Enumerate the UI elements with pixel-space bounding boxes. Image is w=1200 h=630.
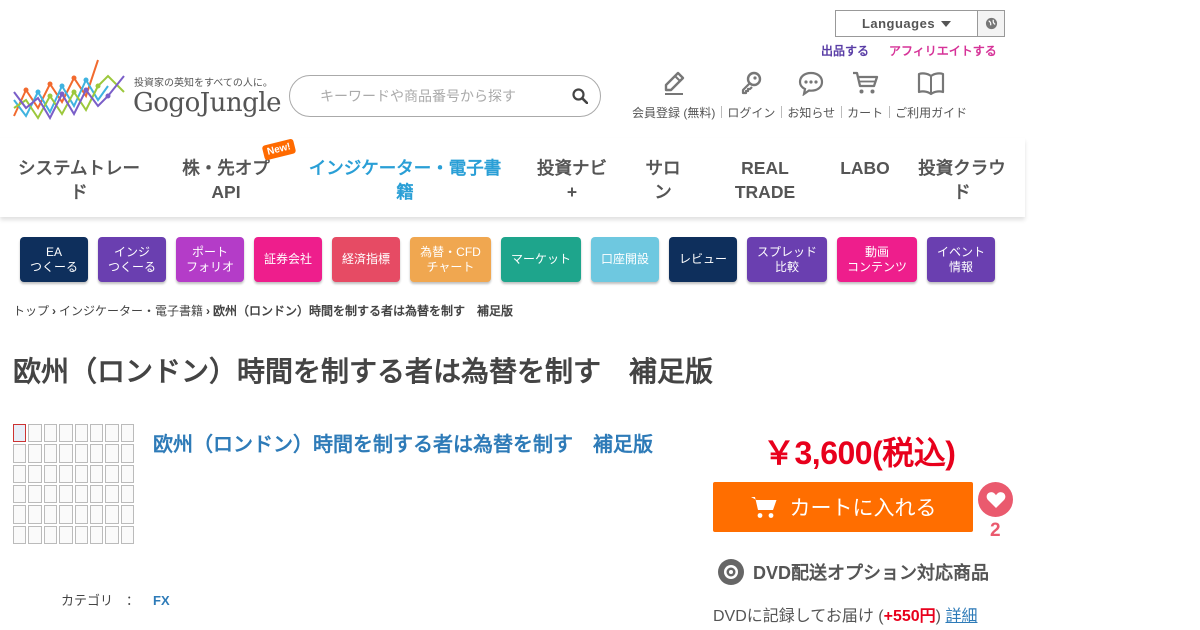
globe-icon[interactable] [978, 11, 1004, 36]
nav-label-line2: 籍 [396, 182, 414, 202]
notifications-link[interactable]: お知らせ [781, 70, 841, 121]
search-input[interactable] [320, 88, 560, 104]
cat-account-open[interactable]: 口座開設 [591, 237, 659, 282]
cat-event-info[interactable]: イベント 情報 [927, 237, 995, 282]
add-to-cart-label: カートに入れる [789, 497, 937, 520]
chevron-right-icon: › [206, 304, 211, 318]
nav-label-line1: サロ [645, 158, 681, 178]
cat-economic-indicators[interactable]: 経済指標 [332, 237, 400, 282]
breadcrumb-category[interactable]: インジケーター・電子書籍 [59, 304, 203, 318]
languages-label: Languages [861, 16, 936, 31]
nav-label-line2: ド [953, 182, 971, 202]
dvd-title: DVD配送オプション対応商品 [753, 563, 990, 583]
cat-market[interactable]: マーケット [501, 237, 581, 282]
nav-label-line1: 投資クラウ [918, 158, 1006, 178]
category-row: カテゴリ ： FX [61, 590, 170, 609]
dvd-option: DVD配送オプション対応商品 [717, 558, 989, 586]
nav-label-line1: REAL [741, 158, 789, 178]
nav-label-line1: 投資ナビ [537, 158, 607, 178]
cart-link[interactable]: カート [841, 70, 889, 121]
affiliate-link[interactable]: アフィリエイトする [889, 42, 997, 59]
nav-labo[interactable]: LABO [835, 156, 895, 180]
dvd-detail-link[interactable]: 詳細 [945, 608, 977, 625]
nav-label-line2: ド [70, 182, 88, 202]
chat-bubble-icon [799, 71, 824, 96]
cat-securities[interactable]: 証券会社 [254, 237, 322, 282]
nav-invest-cloud[interactable]: 投資クラウド [912, 156, 1012, 204]
favorite-count: 2 [990, 520, 1001, 541]
cart-icon [853, 71, 879, 94]
notifications-label: お知らせ [787, 106, 836, 120]
nav-system-trade[interactable]: システムトレード [14, 156, 144, 204]
top-links: 出品する アフィリエイトする [821, 42, 997, 59]
cat-spread-compare[interactable]: スプレッド 比較 [747, 237, 827, 282]
cat-fx-cfd-chart[interactable]: 為替・CFD チャート [410, 237, 491, 282]
book-icon [918, 72, 945, 96]
heart-icon [986, 491, 1005, 508]
search-icon[interactable] [572, 88, 588, 104]
breadcrumb-current: 欧州（ロンドン）時間を制する者は為替を制す 補足版 [213, 304, 514, 318]
nav-label-line1: インジケーター・電子書 [308, 158, 502, 178]
logo-wordmark[interactable]: GogoJungle [133, 88, 281, 118]
cat-indi-tsukuru[interactable]: インジ つくーる [98, 237, 166, 282]
category-link[interactable]: FX [153, 593, 170, 608]
nav-label-line2: + [566, 182, 578, 202]
cart-label: カート [847, 106, 884, 120]
nav-label-line2: TRADE [734, 182, 796, 202]
cart-icon [750, 497, 776, 518]
key-icon [742, 71, 762, 95]
breadcrumb: トップ › インジケーター・電子書籍 › 欧州（ロンドン）時間を制する者は為替を制す 補… [13, 302, 513, 319]
language-selector[interactable]: Languages [835, 10, 1005, 37]
cat-review[interactable]: レビュー [669, 237, 737, 282]
languages-dropdown[interactable]: Languages [836, 11, 978, 36]
login-label: ログイン [727, 106, 776, 120]
cat-video-contents[interactable]: 動画 コンテンツ [837, 237, 917, 282]
dvd-desc-price: +550円 [883, 608, 936, 625]
guide-label: ご利用ガイド [895, 106, 968, 120]
dvd-desc-prefix: DVDに記録してお届け ( [713, 608, 884, 625]
nav-label-line2: API [211, 182, 241, 202]
product-price: ￥3,600(税込) [763, 435, 956, 471]
product-thumbnail[interactable] [13, 424, 134, 544]
favorite-button[interactable] [978, 482, 1013, 517]
dvd-desc-suffix: ) [935, 608, 946, 625]
register-label: 会員登録 (無料) [632, 106, 716, 120]
category-label: カテゴリ ： [61, 593, 140, 608]
page-title: 欧州（ロンドン）時間を制する者は為替を制す 補足版 [13, 356, 714, 387]
caret-down-icon [941, 20, 952, 27]
chevron-right-icon: › [52, 304, 57, 318]
user-nav: 会員登録 (無料) ログイン お知らせ カート ご利用ガイド [626, 70, 973, 121]
product-name: 欧州（ロンドン）時間を制する者は為替を制す 補足版 [153, 434, 653, 456]
nav-label-line1: LABO [840, 158, 890, 178]
nav-real-trade[interactable]: REAL TRADE [720, 156, 810, 204]
guide-link[interactable]: ご利用ガイド [889, 70, 973, 121]
nav-indicator-ebook[interactable]: インジケーター・電子書籍 [305, 156, 505, 204]
nav-label-line1: システムトレー [18, 158, 140, 178]
add-to-cart-button[interactable]: カートに入れる [713, 482, 973, 532]
breadcrumb-top[interactable]: トップ [13, 304, 49, 318]
nav-salon[interactable]: サロン [638, 156, 688, 204]
nav-label-line2: ン [654, 182, 672, 202]
main-nav: システムトレード 株・先オプ API インジケーター・電子書籍 投資ナビ + サロン… [0, 138, 1025, 217]
cat-ea-tsukuru[interactable]: EA つくーる [20, 237, 88, 282]
dvd-description: DVDに記録してお届け (+550円) 詳細 [713, 602, 977, 626]
cat-portfolio[interactable]: ポート フォリオ [176, 237, 244, 282]
register-link[interactable]: 会員登録 (無料) [626, 70, 721, 121]
search-box [289, 75, 601, 117]
sell-link[interactable]: 出品する [821, 42, 869, 59]
dvd-disc-icon [718, 559, 744, 585]
login-link[interactable]: ログイン [721, 70, 781, 121]
logo-tagline: 投資家の英知をすべての人に。 [134, 78, 273, 89]
nav-invest-navi[interactable]: 投資ナビ + [530, 156, 614, 204]
nav-stock-futures-api[interactable]: 株・先オプ API [172, 156, 280, 204]
nav-label-line1: 株・先オプ [182, 158, 270, 178]
pen-icon [664, 71, 684, 95]
